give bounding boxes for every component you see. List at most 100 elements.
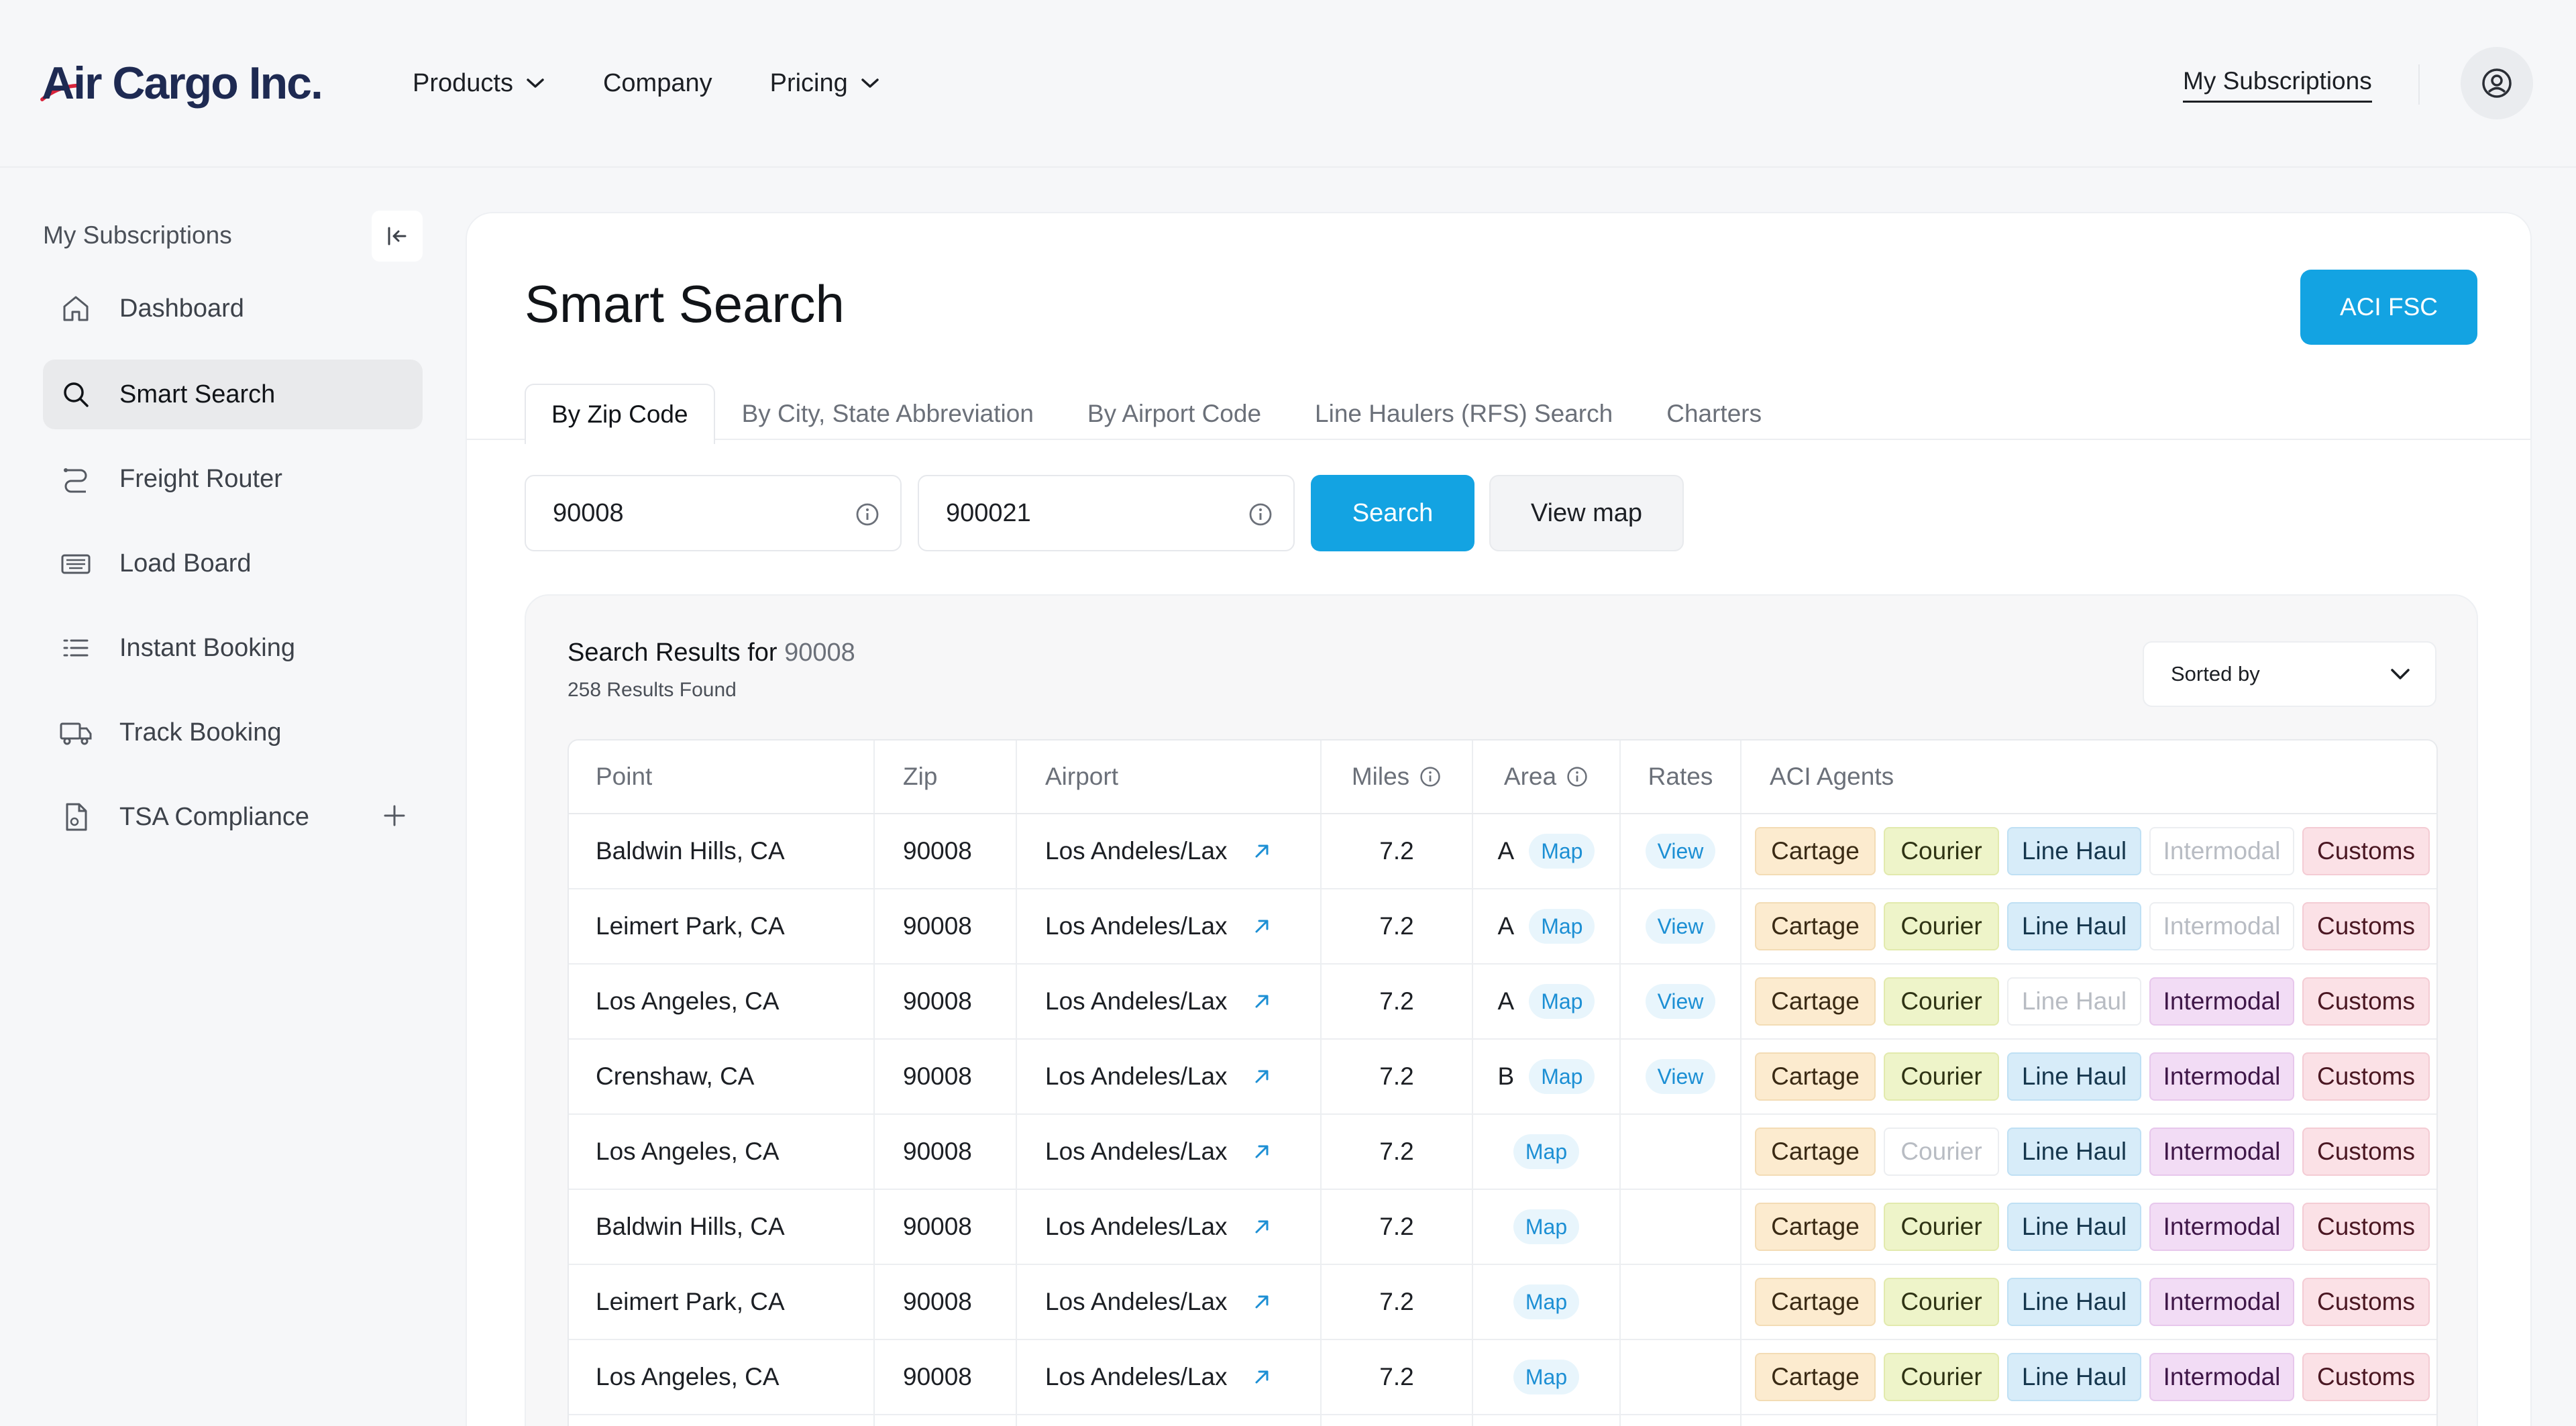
- agent-tag-line-haul[interactable]: Line Haul: [2007, 977, 2141, 1026]
- external-link-arrow-icon[interactable]: [1252, 1142, 1272, 1162]
- info-icon[interactable]: [1248, 502, 1273, 527]
- agent-tag-courier[interactable]: Courier: [1884, 1278, 1999, 1326]
- map-pill-button[interactable]: Map: [1529, 984, 1595, 1019]
- agent-tag-customs[interactable]: Customs: [2302, 1353, 2430, 1401]
- agent-tag-courier[interactable]: Courier: [1884, 1052, 1999, 1101]
- agent-tag-intermodal[interactable]: Intermodal: [2149, 977, 2294, 1026]
- external-link-arrow-icon[interactable]: [1252, 1367, 1272, 1387]
- agent-tag-line-haul[interactable]: Line Haul: [2007, 1052, 2141, 1101]
- map-pill-button[interactable]: Map: [1529, 909, 1595, 944]
- agent-tag-intermodal[interactable]: Intermodal: [2149, 1128, 2294, 1176]
- my-subscriptions-link[interactable]: My Subscriptions: [2183, 67, 2372, 103]
- view-rates-button[interactable]: View: [1645, 1059, 1716, 1094]
- aci-fsc-button[interactable]: ACI FSC: [2300, 270, 2477, 345]
- agent-tag-intermodal[interactable]: Intermodal: [2149, 827, 2294, 875]
- sort-by-select[interactable]: Sorted by: [2143, 641, 2436, 707]
- agent-tag-customs[interactable]: Customs: [2302, 977, 2430, 1026]
- agent-tag-customs[interactable]: Customs: [2302, 1203, 2430, 1251]
- nav-company[interactable]: Company: [603, 64, 712, 102]
- sidebar-collapse-button[interactable]: [372, 211, 423, 262]
- user-avatar-button[interactable]: [2461, 47, 2533, 119]
- nav-products[interactable]: Products: [413, 64, 545, 102]
- table-row[interactable]: Los Angeles, CA 90008 Los Andeles/Lax 7.2 A M…: [569, 965, 2436, 1040]
- agent-tag-intermodal[interactable]: Intermodal: [2149, 1278, 2294, 1326]
- agent-tag-line-haul[interactable]: Line Haul: [2007, 1353, 2141, 1401]
- sidebar-item-smart-search[interactable]: Smart Search: [43, 360, 423, 429]
- search-button[interactable]: Search: [1311, 475, 1474, 551]
- table-row[interactable]: Crenshaw, CA90008Los Andeles/Lax7.2Map Ca…: [569, 1415, 2436, 1426]
- view-map-button[interactable]: View map: [1489, 475, 1684, 551]
- agent-tag-courier[interactable]: Courier: [1884, 1128, 1999, 1176]
- sidebar-item-track-booking[interactable]: Track Booking: [43, 698, 423, 767]
- map-pill-button[interactable]: Map: [1513, 1284, 1580, 1319]
- info-icon[interactable]: [855, 502, 880, 527]
- table-row[interactable]: Leimert Park, CA 90008 Los Andeles/Lax 7.2 A…: [569, 889, 2436, 965]
- external-link-arrow-icon[interactable]: [1252, 991, 1272, 1011]
- map-pill-button[interactable]: Map: [1513, 1209, 1580, 1244]
- table-row[interactable]: Baldwin Hills, CA 90008 Los Andeles/Lax 7.2…: [569, 1190, 2436, 1265]
- agent-tag-cartage[interactable]: Cartage: [1755, 977, 1876, 1026]
- view-rates-button[interactable]: View: [1645, 984, 1716, 1019]
- agent-tag-cartage[interactable]: Cartage: [1755, 1203, 1876, 1251]
- external-link-arrow-icon[interactable]: [1252, 916, 1272, 936]
- agent-tag-line-haul[interactable]: Line Haul: [2007, 1203, 2141, 1251]
- external-link-arrow-icon[interactable]: [1252, 841, 1272, 861]
- agent-tag-cartage[interactable]: Cartage: [1755, 1052, 1876, 1101]
- agent-tag-courier[interactable]: Courier: [1884, 827, 1999, 875]
- agent-tag-line-haul[interactable]: Line Haul: [2007, 1128, 2141, 1176]
- table-row[interactable]: Los Angeles, CA 90008 Los Andeles/Lax 7.2 Ma…: [569, 1340, 2436, 1415]
- info-icon[interactable]: [1419, 765, 1442, 788]
- tab-charters[interactable]: Charters: [1640, 384, 1788, 444]
- agent-tag-customs[interactable]: Customs: [2302, 1278, 2430, 1326]
- table-row[interactable]: Baldwin Hills, CA 90008 Los Andeles/Lax 7.2…: [569, 814, 2436, 889]
- sidebar-item-freight-router[interactable]: Freight Router: [43, 444, 423, 514]
- agent-tag-line-haul[interactable]: Line Haul: [2007, 902, 2141, 950]
- info-icon[interactable]: [1566, 765, 1589, 788]
- view-rates-button[interactable]: View: [1645, 909, 1716, 944]
- agent-tag-intermodal[interactable]: Intermodal: [2149, 1052, 2294, 1101]
- agent-tag-cartage[interactable]: Cartage: [1755, 1128, 1876, 1176]
- agent-tag-customs[interactable]: Customs: [2302, 902, 2430, 950]
- tab-by-city-state[interactable]: By City, State Abbreviation: [715, 384, 1061, 444]
- from-zip-input[interactable]: [553, 498, 835, 528]
- external-link-arrow-icon[interactable]: [1252, 1066, 1272, 1087]
- tab-line-haulers[interactable]: Line Haulers (RFS) Search: [1288, 384, 1640, 444]
- map-pill-button[interactable]: Map: [1513, 1134, 1580, 1169]
- agent-tag-customs[interactable]: Customs: [2302, 1052, 2430, 1101]
- external-link-arrow-icon[interactable]: [1252, 1292, 1272, 1312]
- agent-tag-courier[interactable]: Courier: [1884, 977, 1999, 1026]
- tab-by-airport-code[interactable]: By Airport Code: [1061, 384, 1288, 444]
- agent-tag-intermodal[interactable]: Intermodal: [2149, 1353, 2294, 1401]
- sidebar-item-instant-booking[interactable]: Instant Booking: [43, 613, 423, 683]
- agent-tag-cartage[interactable]: Cartage: [1755, 1353, 1876, 1401]
- sidebar-item-tsa-compliance[interactable]: TSA Compliance: [43, 782, 423, 852]
- to-zip-input[interactable]: [946, 498, 1228, 528]
- from-zip-field[interactable]: [525, 475, 902, 551]
- agent-tag-line-haul[interactable]: Line Haul: [2007, 827, 2141, 875]
- tab-by-zip-code[interactable]: By Zip Code: [525, 384, 715, 444]
- map-pill-button[interactable]: Map: [1529, 834, 1595, 869]
- nav-pricing[interactable]: Pricing: [770, 64, 880, 102]
- view-rates-button[interactable]: View: [1645, 834, 1716, 869]
- agent-tag-cartage[interactable]: Cartage: [1755, 902, 1876, 950]
- agent-tag-intermodal[interactable]: Intermodal: [2149, 1203, 2294, 1251]
- plus-icon[interactable]: [381, 802, 408, 829]
- agent-tag-intermodal[interactable]: Intermodal: [2149, 902, 2294, 950]
- agent-tag-courier[interactable]: Courier: [1884, 1203, 1999, 1251]
- table-row[interactable]: Los Angeles, CA 90008 Los Andeles/Lax 7.2 Ma…: [569, 1115, 2436, 1190]
- sidebar-item-dashboard[interactable]: Dashboard: [43, 274, 423, 343]
- to-zip-field[interactable]: [918, 475, 1295, 551]
- external-link-arrow-icon[interactable]: [1252, 1217, 1272, 1237]
- table-row[interactable]: Crenshaw, CA 90008 Los Andeles/Lax 7.2 B Map V…: [569, 1040, 2436, 1115]
- agent-tag-customs[interactable]: Customs: [2302, 1128, 2430, 1176]
- agent-tag-courier[interactable]: Courier: [1884, 902, 1999, 950]
- agent-tag-customs[interactable]: Customs: [2302, 827, 2430, 875]
- agent-tag-cartage[interactable]: Cartage: [1755, 827, 1876, 875]
- table-row[interactable]: Leimert Park, CA 90008 Los Andeles/Lax 7.2 M…: [569, 1265, 2436, 1340]
- map-pill-button[interactable]: Map: [1513, 1360, 1580, 1394]
- sidebar-item-load-board[interactable]: Load Board: [43, 529, 423, 598]
- agent-tag-cartage[interactable]: Cartage: [1755, 1278, 1876, 1326]
- logo[interactable]: Air Cargo Inc.: [40, 56, 323, 110]
- agent-tag-courier[interactable]: Courier: [1884, 1353, 1999, 1401]
- map-pill-button[interactable]: Map: [1529, 1059, 1595, 1094]
